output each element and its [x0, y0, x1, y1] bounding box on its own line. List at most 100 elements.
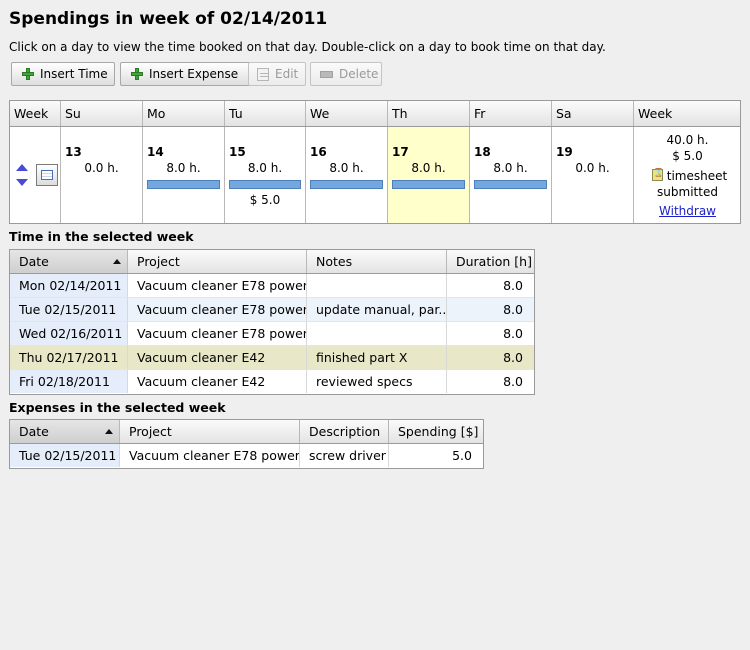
cell-project: Vacuum cleaner E78 power: [128, 298, 307, 321]
header-week: Week: [10, 101, 61, 126]
time-table: Date Project Notes Duration [h] Mon 02/1…: [9, 249, 535, 395]
cell-notes: finished part X: [307, 346, 447, 369]
previous-week-arrow-icon[interactable]: [16, 164, 28, 171]
calendar-header: Week Su Mo Tu We Th Fr Sa Week: [10, 101, 740, 127]
time-col-notes[interactable]: Notes: [307, 250, 447, 273]
cell-description: screw driver: [300, 444, 389, 467]
calendar-picker-icon[interactable]: [36, 164, 58, 186]
expense-col-description[interactable]: Description: [300, 420, 389, 443]
cell-notes: [307, 322, 447, 345]
delete-button[interactable]: Delete: [310, 62, 382, 86]
header-tuesday: Tu: [225, 101, 306, 126]
day-cell-sunday[interactable]: 13 0.0 h.: [61, 127, 143, 223]
cell-duration: 8.0: [503, 278, 523, 293]
day-cell-tuesday[interactable]: 15 8.0 h. $ 5.0: [225, 127, 306, 223]
withdraw-link[interactable]: Withdraw: [659, 204, 716, 218]
table-row[interactable]: Tue 02/15/2011 Vacuum cleaner E78 power …: [10, 298, 534, 322]
table-row[interactable]: Tue 02/15/2011 Vacuum cleaner E78 power …: [10, 444, 483, 468]
expenses-table-header: Date Project Description Spending [$]: [10, 420, 483, 444]
header-thursday: Th: [388, 101, 470, 126]
week-summary-cell: 40.0 h. $ 5.0 timesheet submitted Withdr…: [634, 127, 741, 223]
header-saturday: Sa: [552, 101, 634, 126]
insert-time-button[interactable]: Insert Time: [11, 62, 115, 86]
cell-duration: 8.0: [503, 350, 523, 365]
sort-ascending-icon: [113, 259, 121, 264]
day-hours: 8.0 h.: [411, 161, 446, 175]
header-wednesday: We: [306, 101, 388, 126]
week-total-hours: 40.0 h.: [666, 133, 709, 147]
table-row[interactable]: Thu 02/17/2011 Vacuum cleaner E42 finish…: [10, 346, 534, 370]
day-cell-wednesday[interactable]: 16 8.0 h.: [306, 127, 388, 223]
cell-duration: 8.0: [503, 326, 523, 341]
hourglass-icon: [651, 168, 664, 181]
day-cell-friday[interactable]: 18 8.0 h.: [470, 127, 552, 223]
table-row[interactable]: Wed 02/16/2011 Vacuum cleaner E78 power …: [10, 322, 534, 346]
day-hours: 0.0 h.: [575, 161, 610, 175]
week-total-spending: $ 5.0: [672, 149, 703, 163]
day-number: 19: [556, 145, 573, 159]
page-title: Spendings in week of 02/14/2011: [9, 9, 328, 29]
status-line-2: submitted: [657, 185, 718, 199]
cell-date: Wed 02/16/2011: [10, 322, 128, 345]
day-hours: 8.0 h.: [493, 161, 528, 175]
cell-project: Vacuum cleaner E42: [128, 370, 307, 393]
expense-col-project[interactable]: Project: [120, 420, 300, 443]
cell-duration: 8.0: [503, 374, 523, 389]
header-week-total: Week: [638, 106, 673, 121]
delete-label: Delete: [339, 67, 379, 81]
expense-col-spending[interactable]: Spending [$]: [389, 420, 483, 443]
time-col-duration[interactable]: Duration [h]: [447, 250, 534, 273]
next-week-arrow-icon[interactable]: [16, 179, 28, 186]
day-number: 18: [474, 145, 491, 159]
cell-notes: [307, 274, 447, 297]
cell-project: Vacuum cleaner E78 power: [120, 444, 300, 467]
header-sunday: Su: [61, 101, 143, 126]
expenses-table: Date Project Description Spending [$] Tu…: [9, 419, 484, 469]
day-spending: $ 5.0: [249, 193, 281, 207]
hours-bar: [392, 180, 465, 189]
cell-project: Vacuum cleaner E78 power: [128, 322, 307, 345]
cell-date: Tue 02/15/2011: [10, 444, 120, 467]
plus-icon: [131, 68, 143, 80]
plus-icon: [22, 68, 34, 80]
time-section-label: Time in the selected week: [9, 229, 194, 244]
table-row[interactable]: Mon 02/14/2011 Vacuum cleaner E78 power …: [10, 274, 534, 298]
day-hours: 8.0 h.: [247, 161, 283, 175]
time-col-project[interactable]: Project: [128, 250, 307, 273]
status-line-1: timesheet: [666, 169, 728, 183]
cell-notes: update manual, par..: [307, 298, 447, 321]
sort-ascending-icon: [105, 429, 113, 434]
timesheet-status: timesheet: [634, 168, 741, 183]
header-monday: Mo: [143, 101, 225, 126]
time-table-header: Date Project Notes Duration [h]: [10, 250, 534, 274]
cell-project: Vacuum cleaner E78 power: [128, 274, 307, 297]
insert-time-label: Insert Time: [40, 67, 108, 81]
withdraw-wrap: Withdraw: [634, 204, 741, 218]
day-number: 17: [392, 145, 409, 159]
time-col-date[interactable]: Date: [10, 250, 128, 273]
day-hours: 8.0 h.: [329, 161, 364, 175]
expense-col-date[interactable]: Date: [10, 420, 120, 443]
day-cell-monday[interactable]: 14 8.0 h.: [143, 127, 225, 223]
day-number: 16: [310, 145, 327, 159]
day-number: 15: [229, 145, 246, 159]
header-friday: Fr: [470, 101, 552, 126]
insert-expense-button[interactable]: Insert Expense: [120, 62, 254, 86]
cell-date: Thu 02/17/2011: [10, 346, 128, 369]
day-cell-thursday[interactable]: 17 8.0 h.: [388, 127, 470, 223]
day-hours: 0.0 h.: [84, 161, 119, 175]
hours-bar: [147, 180, 220, 189]
cell-spending: 5.0: [452, 448, 472, 463]
day-number: 14: [147, 145, 164, 159]
day-hours: 8.0 h.: [166, 161, 201, 175]
minus-icon: [320, 70, 333, 78]
day-number: 13: [65, 145, 82, 159]
table-row[interactable]: Fri 02/18/2011 Vacuum cleaner E42 review…: [10, 370, 534, 394]
hours-bar: [474, 180, 547, 189]
edit-icon: [257, 67, 269, 81]
cell-notes: reviewed specs: [307, 370, 447, 393]
day-cell-saturday[interactable]: 19 0.0 h.: [552, 127, 634, 223]
cell-duration: 8.0: [503, 302, 523, 317]
edit-button[interactable]: Edit: [248, 62, 306, 86]
week-calendar: Week Su Mo Tu We Th Fr Sa Week 13 0.0 h.…: [9, 100, 741, 224]
